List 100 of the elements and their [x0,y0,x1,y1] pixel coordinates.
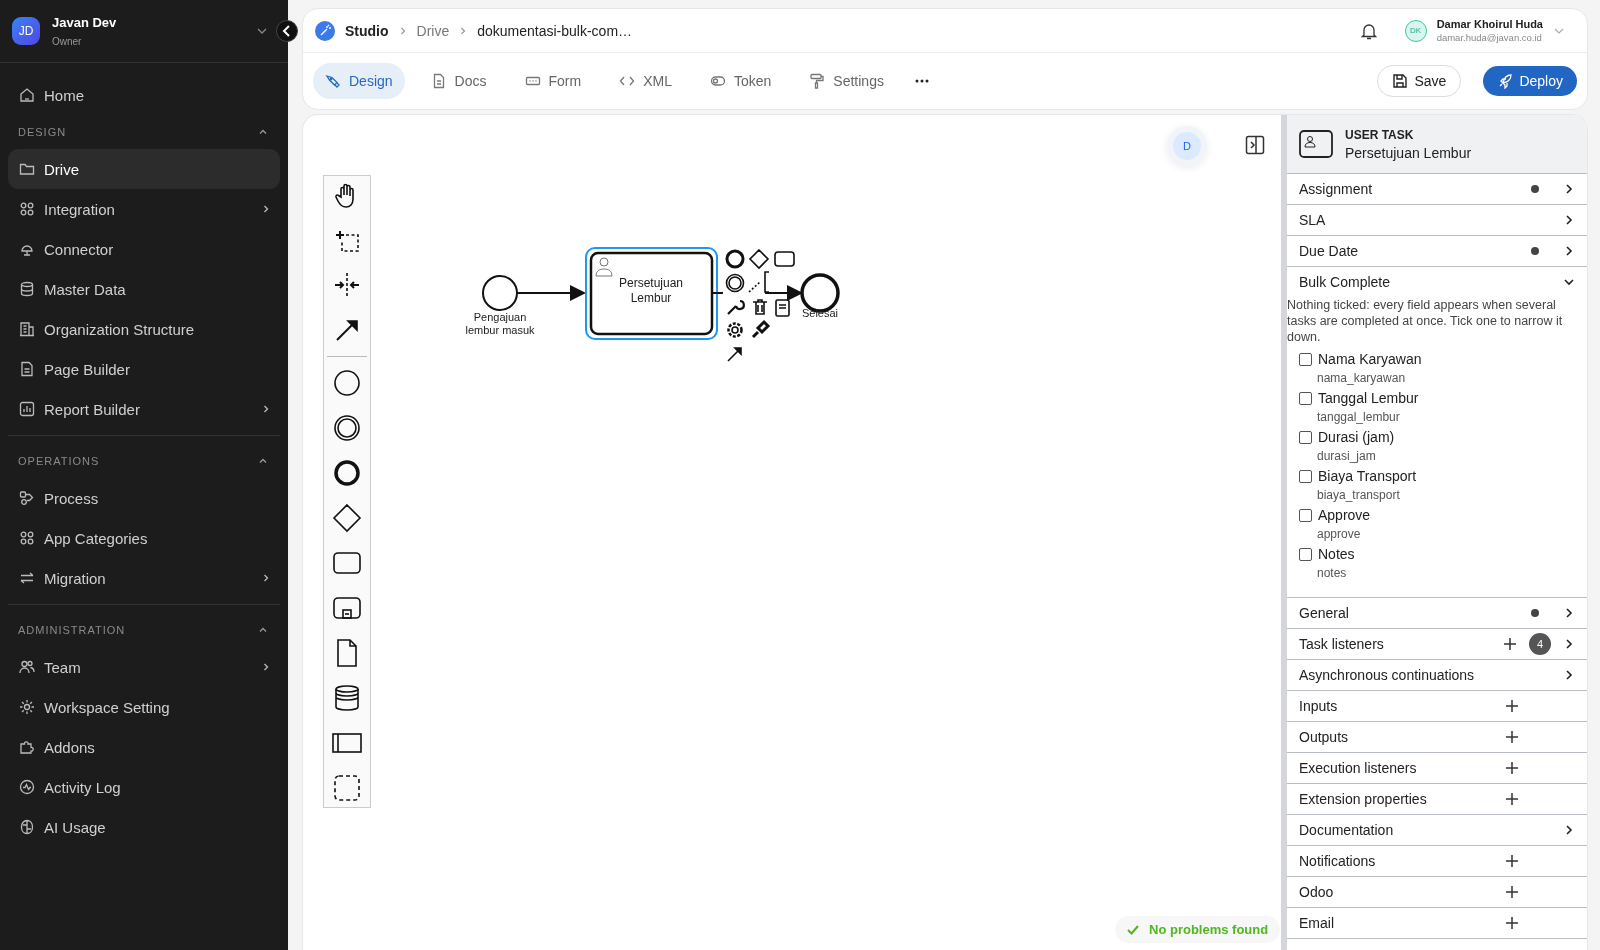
chevron-up-icon[interactable] [258,456,268,466]
file-icon [18,360,36,378]
home-icon [18,86,36,104]
tab[interactable]: Docs [418,63,499,99]
chevron-right-icon [1563,245,1575,257]
property-group-header[interactable]: Due Date [1287,236,1587,266]
property-group-header[interactable]: Extension properties [1287,784,1587,814]
sidebar-item[interactable]: Workspace Setting [8,687,280,727]
sidebar-item[interactable]: Connector [8,229,280,269]
sidebar-item[interactable]: Migration [8,558,280,598]
event-label: Pengajuan lembur masuk [465,311,535,336]
sidebar-item[interactable]: AI Usage [8,807,280,847]
intermediate-tool-icon[interactable] [332,413,362,443]
checkbox[interactable] [1299,391,1312,405]
chevron-right-icon [262,573,270,583]
sidebar-item[interactable]: Addons [8,727,280,767]
task-icon[interactable] [774,251,795,267]
checkbox[interactable] [1299,469,1312,483]
connect-arrow-icon[interactable] [727,347,742,362]
add-icon[interactable] [1505,854,1519,868]
checkbox[interactable] [1299,508,1312,522]
property-group-header[interactable]: Asynchronous continuations [1287,660,1587,690]
sidebar-item[interactable]: Integration [8,189,280,229]
start-tool-icon[interactable] [332,368,362,398]
paintbrush-icon[interactable] [751,320,771,339]
sidebar-item[interactable]: App Categories [8,518,280,558]
sidebar-item[interactable]: Drive [8,149,280,189]
checkbox[interactable] [1299,547,1312,561]
chevron-up-icon[interactable] [258,625,268,635]
property-group-header[interactable]: Email [1287,908,1587,938]
sequence-flow-arrow[interactable] [711,285,803,301]
chevron-up-icon[interactable] [258,127,268,137]
sidebar-item[interactable]: Page Builder [8,349,280,389]
group-tool-icon[interactable] [332,773,362,803]
collapse-sidebar-button[interactable] [276,20,298,42]
checkbox[interactable] [1299,430,1312,444]
tab[interactable]: XML [607,63,684,99]
property-group-header[interactable]: Inputs [1287,691,1587,721]
property-group-header[interactable]: Task listeners 4 [1287,629,1587,659]
property-group-header[interactable]: Notifications [1287,846,1587,876]
save-button[interactable]: Save [1377,65,1462,97]
activity-icon [18,778,36,796]
property-group-header[interactable]: General [1287,598,1587,628]
checkbox[interactable] [1299,352,1312,366]
breadcrumb-link[interactable]: Studio [345,22,389,39]
field-key: approve [1299,525,1579,544]
property-group-header[interactable]: SLA [1287,205,1587,235]
gateway-tool-icon[interactable] [332,503,362,533]
gateway-icon[interactable] [748,248,770,270]
chevron-right-icon [1563,183,1575,195]
end-tool-icon[interactable] [332,458,362,488]
property-group-header[interactable]: Outputs [1287,722,1587,752]
section-heading: DESIGN [18,126,67,138]
sequence-flow-arrow[interactable] [516,285,586,301]
tab[interactable]: Design [313,63,405,99]
book-icon[interactable] [775,299,790,317]
data-store-tool-icon[interactable] [332,683,362,713]
sidebar-item[interactable]: Activity Log [8,767,280,807]
sidebar-item[interactable]: Organization Structure [8,309,280,349]
association-icon[interactable] [748,281,761,293]
bell-icon[interactable] [1360,21,1377,40]
property-group-header[interactable]: Execution listeners [1287,753,1587,783]
start-event[interactable] [482,275,518,311]
add-icon[interactable] [1503,637,1517,651]
add-icon[interactable] [1505,885,1519,899]
property-group-header[interactable]: Odoo [1287,877,1587,907]
property-group-header[interactable]: Assignment [1287,174,1587,204]
text-annotation-icon[interactable] [764,271,770,293]
sidebar-item[interactable]: Home [8,75,280,115]
panel-toggle-icon[interactable] [1245,135,1265,155]
toggle-icon [709,73,726,89]
add-icon[interactable] [1505,792,1519,806]
breadcrumb-link[interactable]: Drive [416,22,450,39]
sidebar-item[interactable]: Team [8,647,280,687]
database-icon [18,280,36,298]
add-icon[interactable] [1505,699,1519,713]
count-badge: 4 [1529,633,1551,655]
settings-icon[interactable] [727,322,743,338]
property-group-header[interactable]: Documentation [1287,815,1587,845]
workspace-role: Owner [52,36,83,47]
tab[interactable]: Token [697,63,784,99]
property-group-header[interactable]: Bulk Complete [1287,267,1587,297]
more-icon[interactable] [913,79,930,83]
puzzle-icon [18,738,36,756]
add-icon[interactable] [1505,730,1519,744]
sidebar-item[interactable]: Master Data [8,269,280,309]
tab[interactable]: Form [512,63,594,99]
pen-icon [325,73,341,89]
add-icon[interactable] [1505,916,1519,930]
chevron-right-icon [262,204,270,214]
tab[interactable]: Settings [797,63,896,99]
chevron-right-icon [262,404,270,414]
add-icon[interactable] [1505,761,1519,775]
intermediate-event-icon[interactable] [725,273,745,293]
users-icon [18,658,36,676]
deploy-button[interactable]: Deploy [1483,66,1577,96]
trash-icon[interactable] [752,299,768,315]
end-event-icon[interactable] [725,249,745,269]
sidebar-item[interactable]: Process [8,478,280,518]
sidebar-item[interactable]: Report Builder [8,389,280,429]
